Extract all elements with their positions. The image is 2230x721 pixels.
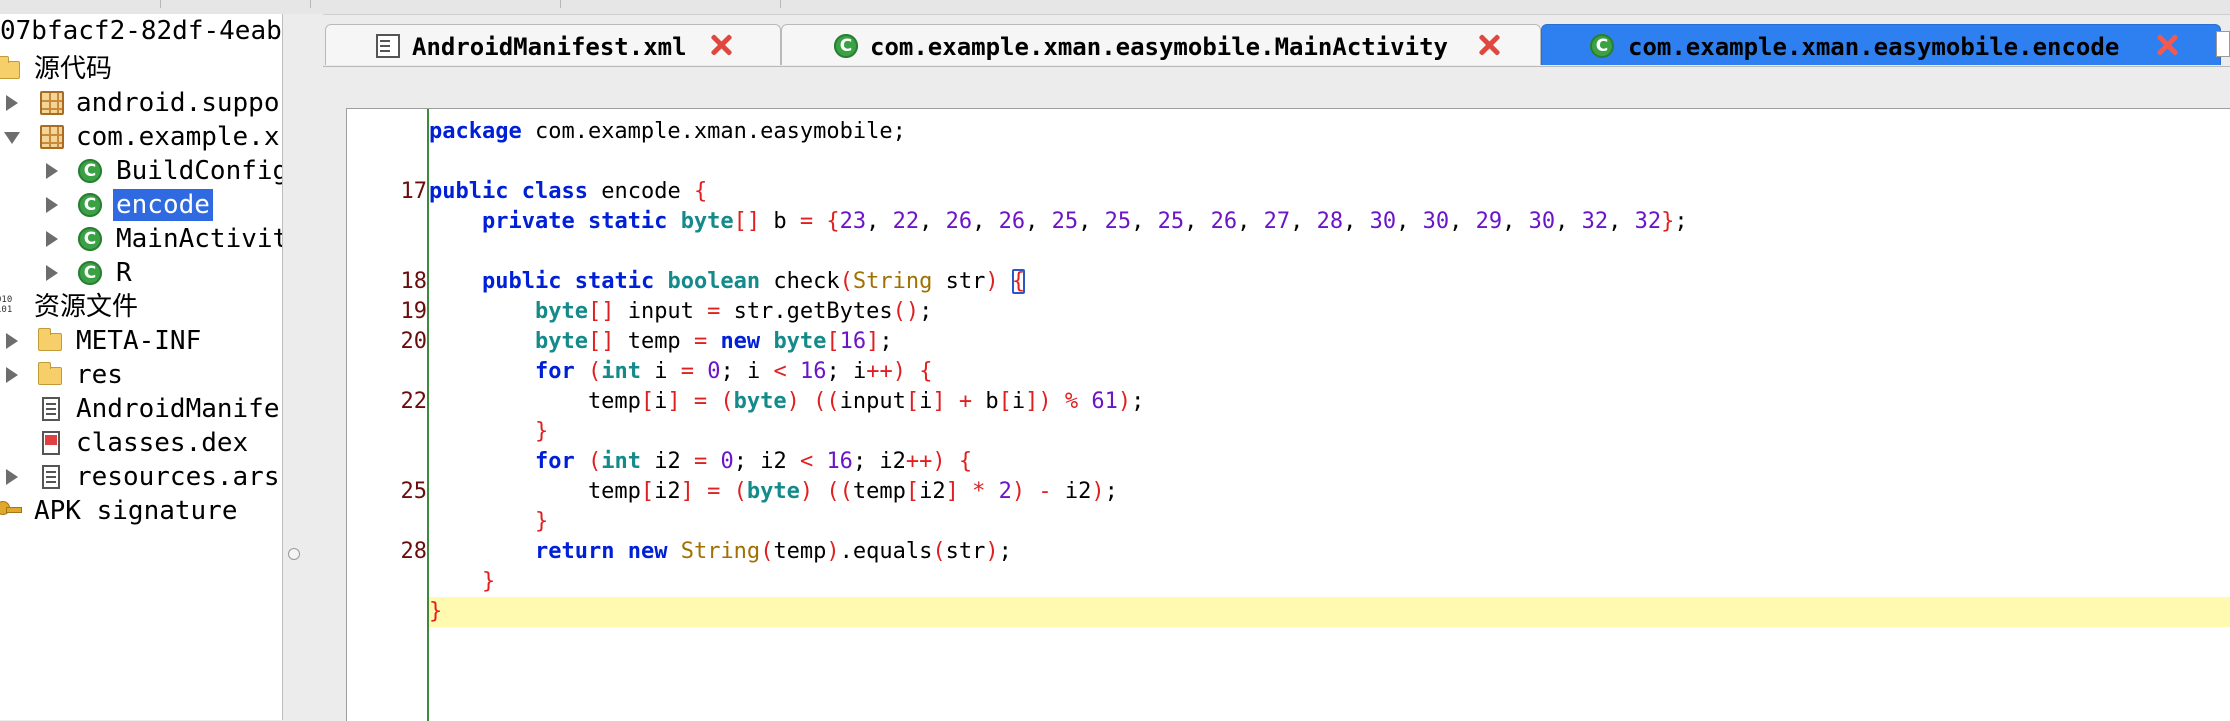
line-number: [363, 597, 427, 627]
line-number: 25: [400, 479, 428, 504]
class-icon: [78, 227, 102, 251]
tab-label: com.example.xman.easymobile.encode: [1628, 33, 2120, 61]
class-icon: [78, 261, 102, 285]
folder-open-icon: [0, 56, 20, 79]
tree-item-label: classes.dex: [76, 428, 249, 458]
package-icon: [40, 125, 64, 149]
tree-item-label: APK signature: [34, 496, 238, 526]
chevron-right-icon[interactable]: [46, 231, 58, 247]
code-line[interactable]: for (int i = 0; i < 16; i++) {: [429, 357, 932, 387]
line-number: 28: [400, 539, 428, 564]
line-number: 19: [400, 299, 428, 324]
tab-bar: AndroidManifest.xml com.example.xman.eas…: [323, 24, 2230, 67]
line-number: [363, 507, 427, 537]
line-number: [363, 417, 427, 447]
tab-encode[interactable]: com.example.xman.easymobile.encode: [1541, 24, 2221, 65]
tree-item-label: 源代码: [34, 54, 113, 84]
code-line[interactable]: return new String(temp).equals(str);: [429, 537, 1012, 567]
chevron-right-icon[interactable]: [6, 367, 18, 383]
code-line[interactable]: }: [429, 567, 495, 597]
close-icon[interactable]: [1476, 32, 1502, 58]
key-icon: [0, 499, 22, 523]
tab-overflow-button[interactable]: [2216, 31, 2230, 57]
tree-root-label: 07bfacf2-82df-4eab: [0, 16, 282, 46]
close-icon[interactable]: [708, 32, 734, 58]
code-line[interactable]: temp[i2] = (byte) ((temp[i2] * 2) - i2);: [429, 477, 1118, 507]
tree-item-label: resources.ars: [76, 462, 280, 492]
tab-label: AndroidManifest.xml: [412, 33, 687, 61]
code-line[interactable]: }: [429, 417, 548, 447]
tree-item-label: AndroidManife: [76, 394, 280, 424]
tree-item-label: MainActivity: [116, 224, 282, 254]
tree-item-label: com.example.x: [76, 122, 280, 152]
line-number: 17: [400, 179, 428, 204]
chevron-right-icon[interactable]: [46, 197, 58, 213]
tab-androidmanifest[interactable]: AndroidManifest.xml: [325, 24, 781, 65]
package-icon: [40, 91, 64, 115]
code-line[interactable]: }: [429, 507, 548, 537]
code-line[interactable]: package com.example.xman.easymobile;: [429, 117, 906, 147]
code-line[interactable]: temp[i] = (byte) ((input[i] + b[i]) % 61…: [429, 387, 1144, 417]
project-tree[interactable]: 07bfacf2-82df-4eab 源代码 android.suppo com…: [0, 14, 283, 720]
folder-icon: [38, 362, 62, 385]
chevron-right-icon[interactable]: [6, 469, 18, 485]
code-line[interactable]: public static boolean check(String str) …: [429, 267, 1026, 297]
tree-item-label: 资源文件: [34, 292, 139, 322]
file-icon: [42, 397, 60, 421]
line-number: [363, 147, 427, 177]
code-editor[interactable]: 17 18 19 20 22 25 28 package com.example.xman.…: [346, 108, 2230, 721]
code-line-current[interactable]: }: [429, 597, 2230, 627]
line-number: [363, 207, 427, 237]
chevron-right-icon[interactable]: [6, 95, 18, 111]
top-strip: [0, 0, 2230, 15]
tree-item-label: R: [116, 258, 132, 288]
line-number: 22: [400, 389, 428, 414]
code-line[interactable]: byte[] temp = new byte[16];: [429, 327, 893, 357]
top-strip-tick: [560, 0, 561, 8]
top-strip-tick: [310, 0, 311, 8]
class-icon: [834, 34, 858, 58]
folder-icon: [38, 328, 62, 351]
file-icon: [42, 465, 60, 489]
class-icon: [1590, 34, 1614, 58]
chevron-right-icon[interactable]: [6, 333, 18, 349]
tree-item-label: META-INF: [76, 326, 202, 356]
line-number: [363, 567, 427, 597]
line-number: 18: [400, 269, 428, 294]
line-number: [363, 117, 427, 147]
code-line[interactable]: for (int i2 = 0; i2 < 16; i2++) {: [429, 447, 972, 477]
line-number: [363, 447, 427, 477]
line-number: 20: [400, 329, 428, 354]
chevron-right-icon[interactable]: [46, 163, 58, 179]
dex-file-icon: [42, 431, 60, 455]
tree-item-label-selected: encode: [113, 189, 213, 221]
line-number: [363, 237, 427, 267]
top-strip-tick: [780, 0, 781, 8]
top-strip-tick: [160, 0, 161, 8]
close-icon[interactable]: [2154, 32, 2180, 58]
tab-label: com.example.xman.easymobile.MainActivity: [870, 33, 1448, 61]
chevron-right-icon[interactable]: [46, 265, 58, 281]
class-icon: [78, 193, 102, 217]
line-number-gutter: 17 18 19 20 22 25 28: [347, 109, 427, 721]
line-number: [363, 357, 427, 387]
chevron-down-icon[interactable]: [4, 132, 20, 144]
code-line[interactable]: public class encode {: [429, 177, 707, 207]
tree-item-label: res: [76, 360, 123, 390]
resources-icon: 010101: [0, 295, 13, 315]
tree-item-label: android.suppo: [76, 88, 280, 118]
code-line[interactable]: private static byte[] b = {23, 22, 26, 2…: [429, 207, 1688, 237]
tab-mainactivity[interactable]: com.example.xman.easymobile.MainActivity: [781, 24, 1541, 65]
code-area[interactable]: package com.example.xman.easymobile; publ…: [429, 109, 2230, 721]
code-line[interactable]: byte[] input = str.getBytes();: [429, 297, 932, 327]
splitter-handle[interactable]: [288, 548, 300, 560]
splitter[interactable]: [283, 14, 323, 720]
class-icon: [78, 159, 102, 183]
tree-item-label: BuildConfig: [116, 156, 283, 186]
file-icon: [376, 34, 400, 58]
